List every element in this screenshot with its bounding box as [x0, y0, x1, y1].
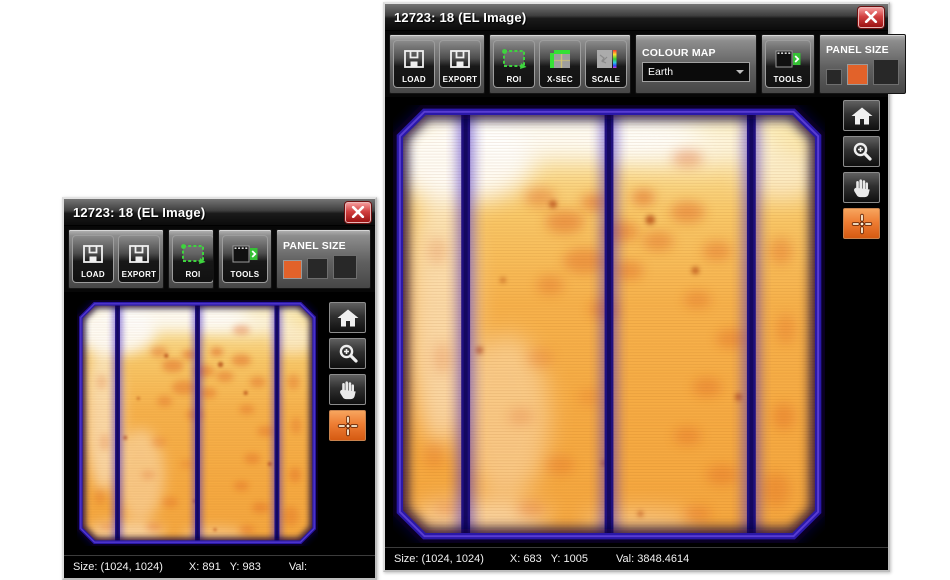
probe-button[interactable]	[843, 208, 880, 239]
toolbar-section-roi: ROI	[168, 229, 214, 289]
colour-map-value: Earth	[648, 66, 673, 78]
panel-size-section: PANEL SIZE	[819, 34, 906, 94]
window-title: 12723: 18 (EL Image)	[394, 10, 526, 25]
home-view-button[interactable]	[843, 100, 880, 131]
panel-size-option-medium[interactable]	[847, 64, 868, 85]
export-button-label: EXPORT	[443, 75, 478, 84]
x-icon	[864, 11, 878, 23]
home-view-button[interactable]	[329, 302, 366, 333]
floppy-disk-icon	[128, 239, 150, 268]
panel-size-option-small[interactable]	[283, 260, 302, 279]
export-button[interactable]: EXPORT	[118, 235, 160, 283]
roi-button-label: ROI	[506, 75, 521, 84]
roi-button[interactable]: ROI	[493, 40, 535, 88]
status-val: Val: 3848.4614	[616, 553, 689, 565]
hand-icon	[851, 177, 873, 199]
tools-button[interactable]: TOOLS	[222, 235, 268, 283]
status-val: Val:	[289, 561, 307, 573]
scale-button[interactable]: SCALE	[585, 40, 627, 88]
pan-button[interactable]	[843, 172, 880, 203]
status-x: X: 683	[510, 553, 542, 565]
roi-button[interactable]: ROI	[172, 235, 214, 283]
floppy-disk-icon	[82, 239, 104, 268]
dashed-selection-icon	[500, 44, 528, 73]
status-y: Y: 983	[230, 561, 261, 573]
tools-panel-icon	[231, 239, 259, 268]
image-area	[64, 292, 375, 555]
colour-map-label: COLOUR MAP	[642, 47, 750, 59]
xsec-button[interactable]: X-SEC	[539, 40, 581, 88]
toolbar: LOAD EXPORT ROI X-SEC	[385, 31, 888, 97]
window-title: 12723: 18 (EL Image)	[73, 205, 205, 220]
magnifier-plus-icon	[337, 343, 359, 365]
status-size: Size: (1024, 1024)	[73, 561, 163, 573]
load-button[interactable]: LOAD	[72, 235, 114, 283]
tools-button[interactable]: TOOLS	[765, 40, 811, 88]
colour-map-section: COLOUR MAP Earth	[635, 34, 757, 94]
status-bar: Size: (1024, 1024) X: 683 Y: 1005 Val: 3…	[385, 547, 888, 570]
export-button[interactable]: EXPORT	[439, 40, 481, 88]
desktop: 12723: 18 (EL Image) LOAD EXPORT	[0, 0, 950, 580]
close-button[interactable]	[858, 7, 884, 28]
crosshair-icon	[337, 415, 359, 437]
view-tools	[329, 302, 366, 441]
status-x: X: 891	[189, 561, 221, 573]
panel-size-label: PANEL SIZE	[283, 240, 346, 252]
panel-size-options	[283, 255, 357, 279]
status-bar: Size: (1024, 1024) X: 891 Y: 983 Val:	[64, 555, 375, 578]
zoom-button[interactable]	[329, 338, 366, 369]
titlebar[interactable]: 12723: 18 (EL Image)	[64, 199, 375, 226]
panel-size-options	[826, 59, 899, 85]
image-area	[385, 97, 888, 547]
cross-section-icon	[548, 44, 572, 73]
crosshair-icon	[851, 213, 873, 235]
tools-button-label: TOOLS	[231, 270, 260, 279]
roi-button-label: ROI	[185, 270, 200, 279]
scale-button-label: SCALE	[592, 75, 621, 84]
xsec-button-label: X-SEC	[547, 75, 573, 84]
panel-size-section: PANEL SIZE	[276, 229, 371, 289]
toolbar-section-files: LOAD EXPORT	[68, 229, 164, 289]
close-button[interactable]	[345, 202, 371, 223]
x-icon	[351, 206, 365, 218]
home-icon	[336, 307, 360, 329]
panel-size-option-large[interactable]	[873, 59, 899, 85]
dashed-selection-icon	[179, 239, 207, 268]
toolbar-section-tools: TOOLS	[761, 34, 815, 94]
toolbar: LOAD EXPORT ROI	[64, 226, 375, 292]
floppy-disk-icon	[449, 44, 471, 73]
zoom-button[interactable]	[843, 136, 880, 167]
export-button-label: EXPORT	[122, 270, 157, 279]
tools-panel-icon	[774, 44, 802, 73]
status-size: Size: (1024, 1024)	[394, 553, 484, 565]
floppy-disk-icon	[403, 44, 425, 73]
magnifier-plus-icon	[851, 141, 873, 163]
panel-size-option-medium[interactable]	[307, 258, 328, 279]
load-button[interactable]: LOAD	[393, 40, 435, 88]
colour-map-dropdown[interactable]: Earth	[642, 62, 750, 82]
pan-button[interactable]	[329, 374, 366, 405]
window-el-image-small: 12723: 18 (EL Image) LOAD EXPORT	[62, 197, 377, 580]
probe-button[interactable]	[329, 410, 366, 441]
el-image-canvas[interactable]	[77, 300, 318, 546]
toolbar-section-files: LOAD EXPORT	[389, 34, 485, 94]
status-y: Y: 1005	[551, 553, 588, 565]
load-button-label: LOAD	[81, 270, 105, 279]
hand-icon	[337, 379, 359, 401]
window-el-image-large: 12723: 18 (EL Image) LOAD EXPORT	[383, 2, 890, 572]
panel-size-option-small[interactable]	[826, 69, 842, 85]
el-image-canvas[interactable]	[393, 105, 825, 543]
tools-button-label: TOOLS	[774, 75, 803, 84]
chevron-down-icon	[736, 70, 744, 74]
color-scale-icon	[594, 44, 618, 73]
toolbar-section-tools: TOOLS	[218, 229, 272, 289]
home-icon	[850, 105, 874, 127]
titlebar[interactable]: 12723: 18 (EL Image)	[385, 4, 888, 31]
view-tools	[843, 100, 880, 239]
load-button-label: LOAD	[402, 75, 426, 84]
panel-size-label: PANEL SIZE	[826, 44, 889, 56]
toolbar-section-analysis: ROI X-SEC SCALE	[489, 34, 631, 94]
panel-size-option-large[interactable]	[333, 255, 357, 279]
